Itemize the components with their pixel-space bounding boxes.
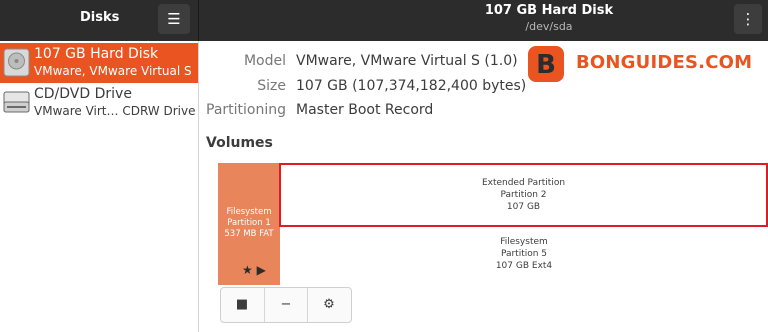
gear-icon: ⚙	[323, 297, 335, 312]
partition-1-text: Filesystem Partition 1 537 MB FAT	[218, 207, 280, 240]
sidebar-item-label: CD/DVD Drive	[34, 86, 132, 102]
partition-5-block[interactable]: Filesystem Partition 5 107 GB Ext4	[280, 228, 768, 285]
bonguides-logo: B BONGUIDES.COM	[524, 40, 752, 88]
main-menu-button[interactable]: ☰	[158, 4, 190, 34]
app-title: Disks	[80, 10, 120, 25]
size-label: Size	[257, 78, 286, 94]
partition-1-size: 537 MB FAT	[224, 229, 274, 239]
hamburger-icon: ☰	[167, 10, 181, 28]
model-label: Model	[243, 53, 286, 69]
extended-partition-block[interactable]: Extended Partition Partition 2 107 GB	[279, 163, 768, 227]
stop-icon: ■	[235, 297, 249, 312]
partition-5-size: 107 GB Ext4	[495, 261, 553, 271]
optical-drive-icon	[3, 91, 30, 113]
partition-5-text: Filesystem Partition 5 107 GB Ext4	[280, 236, 768, 272]
logo-mark: B	[528, 46, 564, 82]
delete-partition-button[interactable]: −	[265, 288, 307, 322]
stop-button[interactable]: ■	[221, 288, 263, 322]
sidebar: 107 GB Hard Disk VMware, VMware Virtual …	[0, 41, 199, 332]
sidebar-item-desc: VMware, VMware Virtual S	[34, 64, 192, 78]
partition-1-type: Filesystem	[226, 207, 272, 217]
partition-5-name: Partition 5	[500, 249, 548, 259]
sidebar-item-label: 107 GB Hard Disk	[34, 46, 159, 62]
partition-1-name: Partition 1	[227, 218, 271, 228]
extended-partition-text: Extended Partition Partition 2 107 GB	[281, 177, 766, 213]
extended-partition-name: Partition 2	[500, 190, 547, 200]
logo-letter: B	[536, 50, 556, 80]
minus-icon: −	[280, 297, 292, 312]
play-icon: ▶	[256, 263, 266, 277]
partitioning-value: Master Boot Record	[296, 102, 434, 118]
partition-1-block[interactable]: Filesystem Partition 1 537 MB FAT ★ ▶	[218, 163, 280, 285]
disk-menu-button[interactable]: ⋮	[734, 4, 762, 34]
extended-partition-type: Extended Partition	[481, 178, 566, 188]
size-value: 107 GB (107,374,182,400 bytes)	[296, 78, 527, 94]
volume-toolbar: ■ − ⚙	[220, 287, 352, 323]
sidebar-item-cd-dvd[interactable]: CD/DVD Drive VMware Virt… CDRW Drive	[0, 83, 198, 123]
extended-partition-size: 107 GB	[506, 202, 541, 212]
volumes-heading: Volumes	[206, 135, 273, 151]
hard-disk-icon	[3, 48, 30, 77]
disk-device-path: /dev/sda	[525, 20, 573, 33]
logo-text: BONGUIDES.COM	[576, 52, 753, 73]
sidebar-item-hard-disk[interactable]: 107 GB Hard Disk VMware, VMware Virtual …	[0, 43, 198, 83]
star-icon: ★	[242, 263, 253, 277]
partition-options-button[interactable]: ⚙	[308, 288, 350, 322]
disk-title: 107 GB Hard Disk	[484, 3, 614, 18]
disk-title-area: 107 GB Hard Disk /dev/sda	[199, 0, 768, 41]
partitioning-label: Partitioning	[206, 102, 286, 118]
header-bar: Disks ☰ 107 GB Hard Disk /dev/sda ⋮	[0, 0, 768, 41]
partition-5-type: Filesystem	[500, 237, 548, 247]
sidebar-item-desc: VMware Virt… CDRW Drive	[34, 104, 196, 118]
partition-1-icons: ★ ▶	[242, 263, 266, 277]
kebab-menu-icon: ⋮	[740, 10, 756, 28]
header-left: Disks ☰	[0, 0, 198, 41]
model-value: VMware, VMware Virtual S (1.0)	[296, 53, 518, 69]
